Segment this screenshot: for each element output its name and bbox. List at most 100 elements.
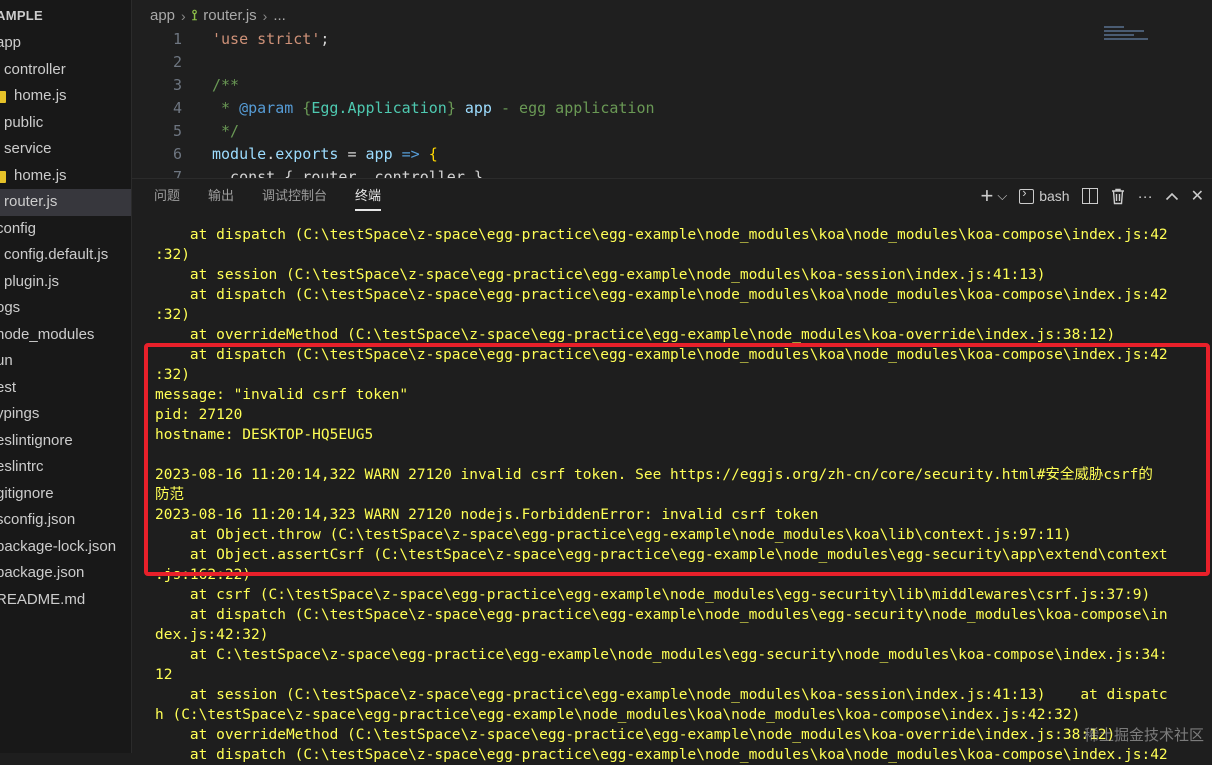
panel-tabs: 问题 输出 调试控制台 终端 — [154, 179, 382, 215]
terminal-line: at dispatch (C:\testSpace\z-space\egg-pr… — [155, 287, 1168, 303]
tree-item[interactable]: ypings — [0, 401, 131, 428]
code-lines[interactable]: 1'use strict'; 2 3/** 4 * @param {Egg.Appli… — [132, 28, 655, 178]
tree-item[interactable]: router.js — [0, 189, 131, 216]
tree-item-label: public — [4, 113, 44, 131]
tree-item-label: service — [4, 140, 52, 157]
more-actions-icon[interactable]: ··· — [1138, 184, 1153, 208]
code-token: . — [266, 145, 276, 163]
watermark: 稀土掘金技术社区 — [1083, 727, 1204, 744]
panel-toolbar: + ⌵ bash ··· ✕ — [981, 183, 1204, 208]
terminal-line: dex.js:42:32) — [155, 627, 269, 643]
tree-item-label: eslintignore — [0, 431, 73, 449]
tree-item[interactable]: package-lock.json — [0, 534, 131, 561]
line-number: 7 — [172, 168, 182, 178]
tree-item[interactable]: package.json — [0, 560, 131, 587]
chevron-right-icon: › — [181, 7, 186, 24]
minimap[interactable] — [1104, 26, 1152, 52]
terminal-line: 2023-08-16 11:20:14,322 WARN 27120 inval… — [155, 467, 1153, 483]
code-text: */ — [212, 120, 239, 143]
js-file-icon — [0, 91, 6, 103]
terminal-line: 12 — [155, 667, 173, 683]
tree-item[interactable]: plugin.js — [0, 269, 131, 296]
tree-item[interactable]: sconfig.json — [0, 507, 131, 534]
tree-item[interactable]: eslintrc — [0, 454, 131, 481]
tree-item[interactable]: ogs — [0, 295, 131, 322]
line-number: 5 — [172, 122, 182, 140]
code-line: 1 'use strict'; — [132, 28, 329, 51]
breadcrumb-more[interactable]: ... — [273, 7, 286, 24]
tree-item[interactable]: un — [0, 348, 131, 375]
tree-item[interactable]: node_modules — [0, 322, 131, 349]
tree-item[interactable]: public — [0, 110, 131, 137]
code-token: const { router, controller } — [212, 168, 483, 178]
tree-item[interactable]: home.js — [0, 163, 131, 190]
tree-item[interactable]: gitignore — [0, 481, 131, 508]
explorer-sidebar: AMPLE app controller home.js public service h… — [0, 0, 132, 753]
tree-item-label: gitignore — [0, 484, 54, 502]
tree-item-label: app — [0, 34, 22, 51]
split-terminal-icon[interactable] — [1081, 184, 1098, 208]
terminal-line: message: "invalid csrf token" — [155, 387, 409, 403]
code-token: exports — [275, 145, 339, 163]
terminal-line: at session (C:\testSpace\z-space\egg-pra… — [155, 267, 1046, 283]
terminal-line: hostname: DESKTOP-HQ5EUG5 — [155, 427, 374, 443]
tree-item[interactable]: controller — [0, 57, 131, 84]
terminal-line: pid: 27120 — [155, 407, 243, 423]
router-file-icon: ⟟ — [191, 7, 198, 24]
terminal-shell-selector[interactable]: bash — [1019, 184, 1070, 208]
explorer-project-header[interactable]: AMPLE — [0, 8, 43, 23]
maximize-panel-icon[interactable] — [1165, 184, 1179, 208]
terminal-line: :32) — [155, 307, 190, 323]
tree-item[interactable]: config.default.js — [0, 242, 131, 269]
bottom-panel: 问题输出调试控制台终端 + ⌵ bash ··· ✕ at dispatch (… — [132, 178, 1212, 763]
tree-item-label: package.json — [0, 564, 85, 581]
terminal-line: at C:\testSpace\z-space\egg-practice\egg… — [155, 647, 1168, 663]
code-text: module.exports = app => { — [212, 143, 438, 166]
file-tree: app controller home.js public service home.js… — [0, 30, 131, 613]
breadcrumb-folder[interactable]: app — [150, 7, 175, 24]
js-file-icon — [0, 170, 6, 183]
breadcrumb-file[interactable]: router.js — [203, 7, 256, 24]
code-token: Egg.Application — [311, 99, 447, 117]
tree-item[interactable]: est — [0, 375, 131, 402]
panel-tab[interactable]: 调试控制台 — [262, 179, 327, 215]
terminal-line: at dispatch (C:\testSpace\z-space\egg-pr… — [155, 347, 1168, 363]
terminal-output[interactable]: at dispatch (C:\testSpace\z-space\egg-pr… — [155, 225, 1205, 765]
add-terminal-icon[interactable]: + — [981, 183, 994, 208]
code-line: 7 const { router, controller } — [132, 166, 483, 178]
line-number: 4 — [172, 99, 182, 117]
tree-item[interactable]: config — [0, 216, 131, 243]
terminal-line: .js:162:22) — [155, 567, 252, 583]
code-token: - egg application — [491, 99, 655, 117]
tree-item-label: node_modules — [0, 325, 95, 343]
tree-item[interactable]: README.md — [0, 587, 131, 614]
terminal-line: at csrf (C:\testSpace\z-space\egg-practi… — [155, 587, 1151, 603]
tree-item[interactable]: service — [0, 136, 131, 163]
close-panel-icon[interactable]: ✕ — [1191, 184, 1204, 208]
line-number: 3 — [172, 76, 182, 94]
terminal-line: :32) — [155, 367, 190, 383]
chevron-down-icon[interactable]: ⌵ — [997, 184, 1007, 208]
tree-item[interactable]: home.js — [0, 83, 131, 110]
tree-item-label: home.js — [14, 166, 67, 184]
breadcrumb: app › ⟟ router.js › ... — [150, 7, 286, 24]
panel-tab[interactable]: 输出 — [208, 179, 234, 215]
code-editor: app › ⟟ router.js › ... 1 'use strict'; 2 3… — [132, 0, 1212, 178]
terminal-line: 防范 — [155, 487, 184, 503]
code-token: { — [293, 99, 312, 117]
code-token: => — [392, 145, 429, 163]
code-line: 4 * @param {Egg.Application} app - egg a… — [132, 97, 655, 120]
code-token: ; — [320, 30, 330, 48]
tree-item[interactable]: app — [0, 30, 131, 57]
terminal-line: at session (C:\testSpace\z-space\egg-pra… — [155, 687, 1168, 703]
code-token: module — [212, 145, 267, 163]
code-token: 'use strict' — [212, 30, 321, 48]
terminal-line: at dispatch (C:\testSpace\z-space\egg-pr… — [155, 607, 1168, 623]
terminal-icon — [1019, 185, 1035, 204]
code-token: @param — [239, 99, 294, 117]
trash-icon[interactable] — [1110, 184, 1126, 208]
panel-tab[interactable]: 问题 — [154, 179, 180, 215]
tree-item[interactable]: eslintignore — [0, 428, 131, 455]
panel-tab[interactable]: 终端 — [355, 179, 382, 215]
